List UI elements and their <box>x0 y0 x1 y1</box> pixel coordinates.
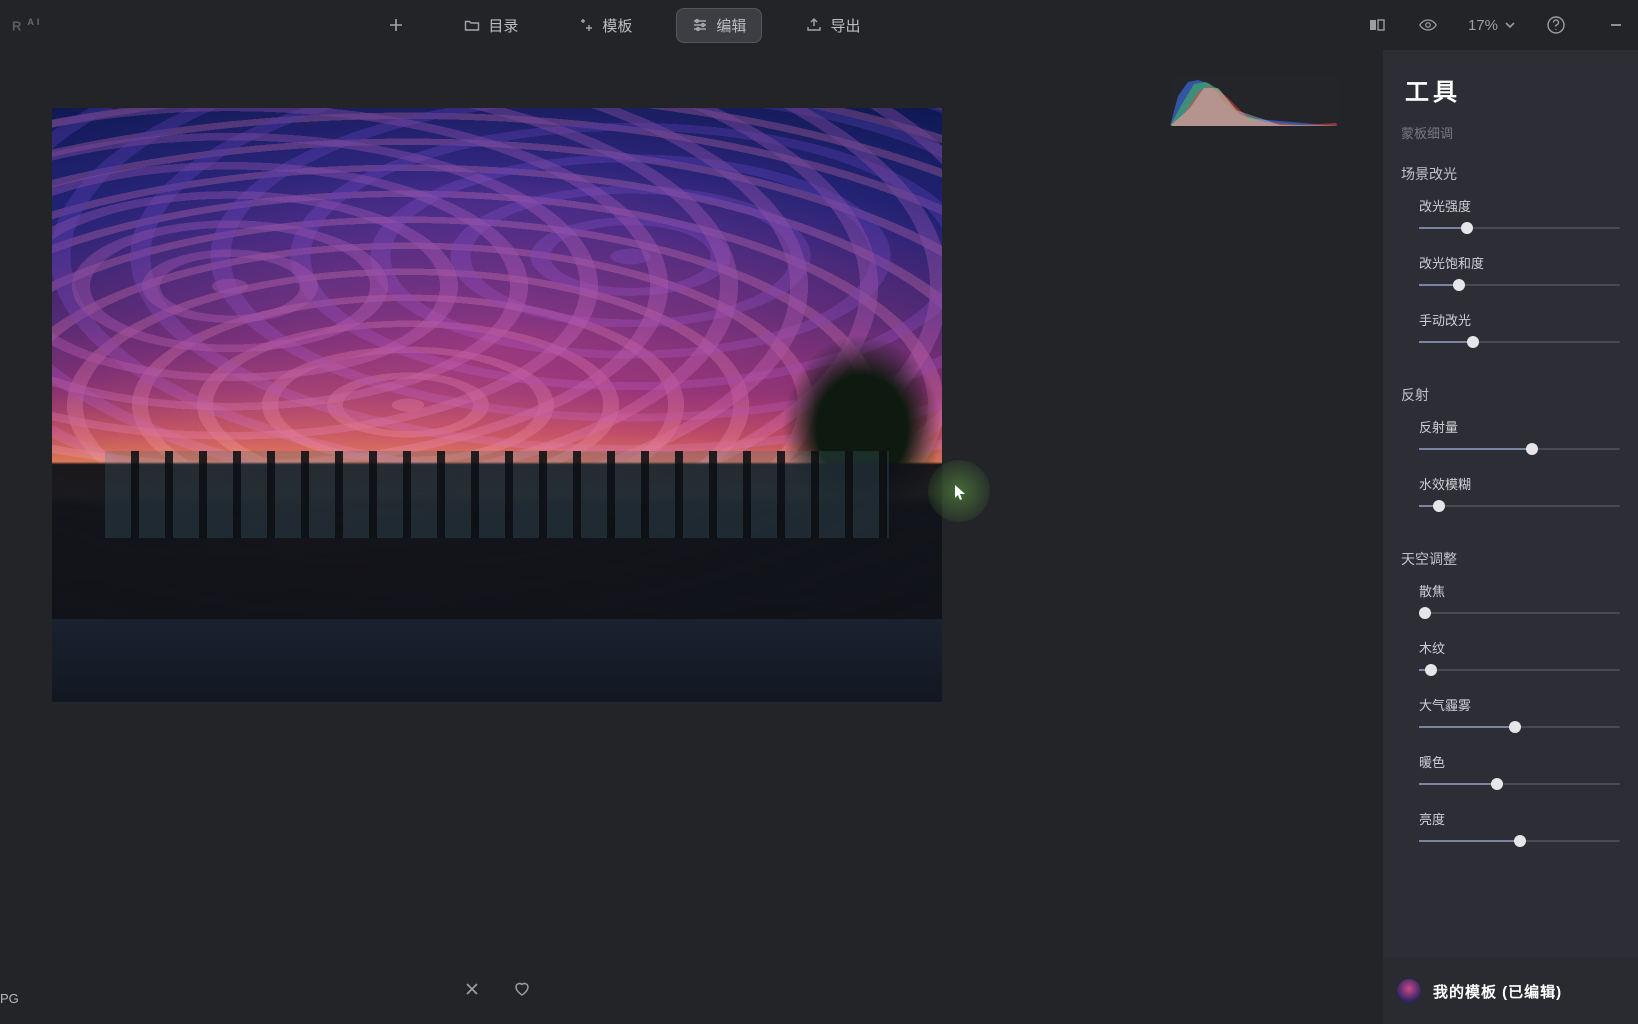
param-water-blur: 水效模糊 <box>1383 468 1638 525</box>
nav-export[interactable]: 导出 <box>790 8 876 43</box>
nav-edit-label: 编辑 <box>716 15 746 36</box>
mask-sub-label: 蒙板细调 <box>1383 117 1638 150</box>
nav-export-label: 导出 <box>830 15 860 36</box>
cursor-highlight <box>928 460 990 522</box>
param-warm: 暖色 <box>1383 746 1638 803</box>
param-grain: 木纹 <box>1383 632 1638 689</box>
sparkle-icon <box>578 17 594 33</box>
panel-title: 工具 <box>1383 50 1638 117</box>
nav-catalog[interactable]: 目录 <box>448 8 534 43</box>
slider-defocus[interactable] <box>1401 604 1620 622</box>
slider-reflect-amount[interactable] <box>1401 440 1620 458</box>
panel-scroll[interactable]: 蒙板细调 场景改光 改光强度 改光饱和度 手动改光 反射 反射量 水效模糊 <box>1383 117 1638 946</box>
canvas-area: PG <box>0 50 1383 1024</box>
slider-relight-amount[interactable] <box>1401 219 1620 237</box>
zoom-dropdown[interactable]: 17% <box>1468 17 1516 34</box>
nav-template[interactable]: 模板 <box>562 8 648 43</box>
canvas-photo[interactable] <box>52 108 942 702</box>
nav-edit[interactable]: 编辑 <box>676 8 762 43</box>
cursor-arrow-icon <box>955 485 967 501</box>
histogram[interactable] <box>1170 74 1338 126</box>
toolbar-right: 17% <box>1368 15 1626 35</box>
slider-haze[interactable] <box>1401 718 1620 736</box>
slider-relight-sat[interactable] <box>1401 276 1620 294</box>
minimize-icon[interactable] <box>1606 15 1626 35</box>
nav-catalog-label: 目录 <box>488 15 518 36</box>
slider-warm[interactable] <box>1401 775 1620 793</box>
preset-thumb-icon <box>1397 979 1421 1003</box>
group-reflection: 反射 <box>1383 371 1638 411</box>
sliders-icon <box>692 17 708 33</box>
preset-label: 我的模板 (已编辑) <box>1433 981 1562 1002</box>
chevron-down-icon <box>1504 19 1516 31</box>
tools-panel: 工具 蒙板细调 场景改光 改光强度 改光饱和度 手动改光 反射 反射量 <box>1383 50 1638 1024</box>
reject-button[interactable] <box>462 979 482 999</box>
status-bar: PG <box>0 954 1383 1024</box>
zoom-pct-label: 17% <box>1468 17 1498 34</box>
app-logo: RAI <box>12 17 42 33</box>
group-sky-adjust: 天空调整 <box>1383 535 1638 575</box>
panel-footer[interactable]: 我的模板 (已编辑) <box>1383 958 1638 1024</box>
help-icon[interactable] <box>1546 15 1566 35</box>
param-reflect-amount: 反射量 <box>1383 411 1638 468</box>
slider-grain[interactable] <box>1401 661 1620 679</box>
main-area: PG 工具 蒙板细调 场景改光 改光强度 改光饱和度 手动改光 反射 <box>0 50 1638 1024</box>
filename-label: PG <box>0 991 19 1006</box>
param-relight-amount: 改光强度 <box>1383 190 1638 247</box>
param-haze: 大气霾雾 <box>1383 689 1638 746</box>
eye-icon[interactable] <box>1418 15 1438 35</box>
nav-group: 目录 模板 编辑 导出 <box>372 8 876 43</box>
add-button[interactable] <box>372 10 420 40</box>
folder-icon <box>464 17 480 33</box>
param-manual-relight: 手动改光 <box>1383 304 1638 361</box>
top-toolbar: RAI 目录 模板 编辑 导出 17% <box>0 0 1638 50</box>
slider-brightness[interactable] <box>1401 832 1620 850</box>
slider-manual-relight[interactable] <box>1401 333 1620 351</box>
compare-icon[interactable] <box>1368 15 1388 35</box>
favorite-button[interactable] <box>512 979 532 999</box>
param-brightness: 亮度 <box>1383 803 1638 860</box>
plus-icon <box>388 17 404 33</box>
param-relight-sat: 改光饱和度 <box>1383 247 1638 304</box>
slider-water-blur[interactable] <box>1401 497 1620 515</box>
group-relight: 场景改光 <box>1383 150 1638 190</box>
export-icon <box>806 17 822 33</box>
nav-template-label: 模板 <box>602 15 632 36</box>
param-defocus: 散焦 <box>1383 575 1638 632</box>
